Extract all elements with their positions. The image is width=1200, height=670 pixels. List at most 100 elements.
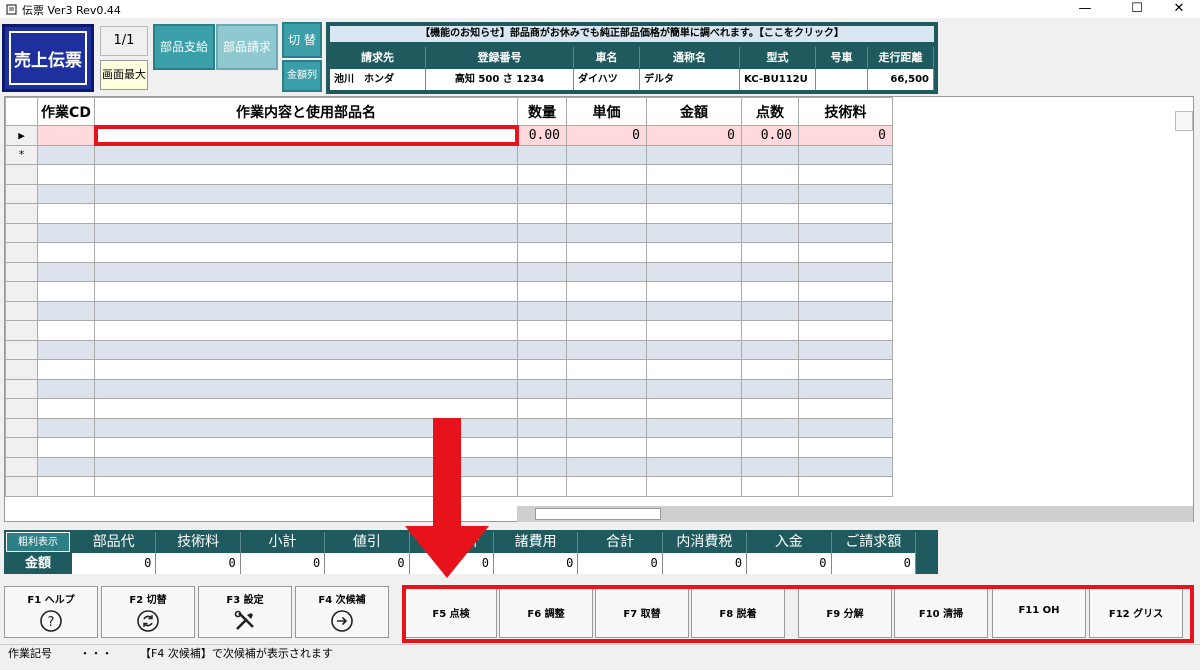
table-cell[interactable] — [37, 417, 95, 438]
table-cell[interactable] — [646, 339, 742, 360]
cell-points[interactable]: 0.00 — [741, 125, 799, 146]
customer-mileage[interactable]: 66,500 — [868, 69, 934, 90]
row-header[interactable] — [5, 456, 38, 477]
table-row[interactable] — [5, 339, 893, 360]
table-cell[interactable] — [798, 242, 893, 263]
screen-maximize-button[interactable]: 画面最大 — [100, 60, 148, 90]
table-row[interactable] — [5, 378, 893, 399]
table-cell[interactable] — [566, 242, 647, 263]
table-cell[interactable] — [566, 417, 647, 438]
table-cell[interactable] — [566, 339, 647, 360]
table-cell[interactable] — [798, 398, 893, 419]
table-cell[interactable] — [517, 144, 567, 165]
customer-registration[interactable]: 高知 500 さ 1234 — [426, 69, 574, 90]
table-cell[interactable] — [94, 203, 518, 224]
f2-switch-button[interactable]: F2 切替 — [101, 586, 195, 638]
table-cell[interactable] — [798, 320, 893, 341]
column-header-work-cd[interactable]: 作業CD — [37, 97, 95, 126]
table-cell[interactable] — [37, 456, 95, 477]
column-header-unit-price[interactable]: 単価 — [566, 97, 647, 126]
table-cell[interactable] — [37, 183, 95, 204]
table-cell[interactable] — [798, 476, 893, 497]
table-cell[interactable] — [517, 339, 567, 360]
customer-billing[interactable]: 池川 ホンダ — [330, 69, 426, 90]
table-cell[interactable] — [798, 144, 893, 165]
cell-unit-price[interactable]: 0 — [566, 125, 647, 146]
table-cell[interactable] — [741, 300, 799, 321]
close-button[interactable]: ✕ — [1156, 0, 1200, 18]
table-cell[interactable] — [517, 476, 567, 497]
f4-next-candidate-button[interactable]: F4 次候補 — [295, 586, 389, 638]
table-cell[interactable] — [94, 320, 518, 341]
table-cell[interactable] — [741, 476, 799, 497]
row-header[interactable] — [5, 476, 38, 497]
table-cell[interactable] — [37, 281, 95, 302]
parts-supply-button[interactable]: 部品支給 — [153, 24, 215, 70]
cell-amount[interactable]: 0 — [646, 125, 742, 146]
row-header[interactable] — [5, 378, 38, 399]
table-cell[interactable] — [566, 476, 647, 497]
table-cell[interactable] — [517, 183, 567, 204]
new-row[interactable]: * — [5, 144, 893, 165]
table-cell[interactable] — [741, 417, 799, 438]
cell-tech-fee[interactable]: 0 — [798, 125, 893, 146]
row-header[interactable] — [5, 398, 38, 419]
table-cell[interactable] — [517, 300, 567, 321]
table-cell[interactable] — [517, 242, 567, 263]
table-cell[interactable] — [37, 164, 95, 185]
customer-car-name[interactable]: ダイハツ — [574, 69, 640, 90]
table-cell[interactable] — [517, 456, 567, 477]
table-cell[interactable] — [566, 378, 647, 399]
table-cell[interactable] — [566, 164, 647, 185]
table-cell[interactable] — [741, 183, 799, 204]
row-header[interactable] — [5, 300, 38, 321]
table-cell[interactable] — [94, 339, 518, 360]
table-cell[interactable] — [566, 320, 647, 341]
table-cell[interactable] — [798, 437, 893, 458]
row-header[interactable] — [5, 437, 38, 458]
table-cell[interactable] — [517, 164, 567, 185]
table-cell[interactable] — [798, 378, 893, 399]
table-cell[interactable] — [646, 417, 742, 438]
minimize-button[interactable]: — — [1062, 0, 1108, 18]
horizontal-scrollbar[interactable] — [517, 506, 1193, 522]
row-header[interactable] — [5, 183, 38, 204]
table-cell[interactable] — [37, 398, 95, 419]
table-cell[interactable] — [37, 378, 95, 399]
table-row[interactable]: ▶ 0.00 0 0 0.00 0 — [5, 124, 893, 146]
table-row[interactable] — [5, 359, 893, 380]
row-header[interactable] — [5, 203, 38, 224]
table-cell[interactable] — [646, 359, 742, 380]
table-cell[interactable] — [646, 437, 742, 458]
table-cell[interactable] — [798, 281, 893, 302]
table-cell[interactable] — [741, 203, 799, 224]
table-cell[interactable] — [798, 183, 893, 204]
customer-car-number[interactable] — [816, 69, 868, 90]
table-cell[interactable] — [94, 398, 518, 419]
table-cell[interactable] — [517, 281, 567, 302]
table-cell[interactable] — [646, 398, 742, 419]
row-header[interactable] — [5, 320, 38, 341]
table-cell[interactable] — [517, 359, 567, 380]
table-cell[interactable] — [517, 398, 567, 419]
table-cell[interactable] — [646, 281, 742, 302]
table-cell[interactable] — [646, 378, 742, 399]
table-cell[interactable] — [741, 261, 799, 282]
table-cell[interactable] — [741, 222, 799, 243]
table-row[interactable] — [5, 261, 893, 282]
table-cell[interactable] — [94, 300, 518, 321]
table-cell[interactable] — [798, 164, 893, 185]
gross-profit-toggle[interactable]: 粗利表示 — [6, 532, 70, 552]
table-row[interactable] — [5, 320, 893, 341]
table-cell[interactable] — [566, 300, 647, 321]
row-header[interactable] — [5, 222, 38, 243]
table-cell[interactable] — [798, 300, 893, 321]
table-cell[interactable] — [646, 222, 742, 243]
table-cell[interactable] — [798, 203, 893, 224]
column-header-amount[interactable]: 金額 — [646, 97, 742, 126]
table-cell[interactable] — [741, 281, 799, 302]
column-header-tech-fee[interactable]: 技術料 — [798, 97, 893, 126]
table-cell[interactable] — [566, 222, 647, 243]
table-row[interactable] — [5, 242, 893, 263]
table-cell[interactable] — [94, 281, 518, 302]
